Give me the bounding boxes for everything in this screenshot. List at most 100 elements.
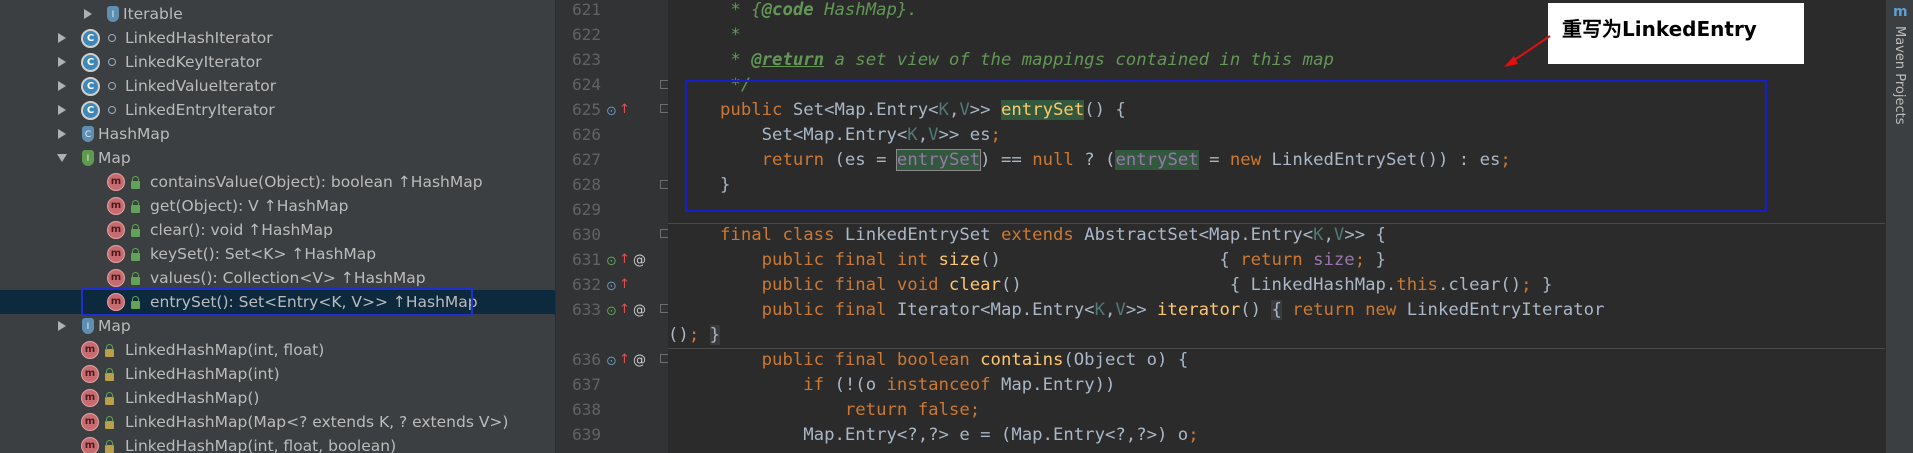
tree-item-label: LinkedHashIterator: [125, 29, 273, 47]
line-number: 626: [572, 125, 601, 144]
method-icon: m: [107, 221, 125, 239]
code-line: public final boolean contains(Object o) …: [761, 350, 1189, 370]
line-number: 636: [572, 350, 601, 369]
tree-item-constructor[interactable]: m LinkedHashMap(Map<? extends K, ? exten…: [0, 410, 555, 434]
tree-item-label: LinkedHashMap(int, float, boolean): [125, 437, 397, 453]
expand-arrow-icon[interactable]: [58, 81, 66, 91]
expand-arrow-icon[interactable]: [58, 105, 66, 115]
line-number: 631: [572, 250, 601, 269]
overrides-method-icon[interactable]: ⊙: [606, 279, 617, 294]
lock-icon: [131, 224, 140, 237]
return-type: : V: [238, 197, 259, 215]
code-line: public final void clear() { LinkedHashMa…: [761, 275, 1553, 295]
up-arrow-icon[interactable]: ↑: [619, 302, 630, 317]
tree-item-linked-value-iterator[interactable]: C LinkedValueIterator: [0, 74, 555, 98]
expand-arrow-icon[interactable]: [58, 57, 66, 67]
code-line: * {@code HashMap}.: [668, 0, 918, 20]
method-icon: m: [107, 173, 125, 191]
tree-item-linked-hash-iterator[interactable]: C LinkedHashIterator: [0, 26, 555, 50]
tree-item-label: Map: [98, 149, 131, 167]
inherited-from: ↑HashMap: [397, 173, 483, 191]
tree-item-linked-entry-iterator[interactable]: C LinkedEntryIterator: [0, 98, 555, 122]
method-icon: m: [107, 245, 125, 263]
method-name: clear(): [150, 221, 201, 239]
lock-icon: [105, 392, 114, 405]
abstract-class-icon: C: [81, 29, 100, 48]
line-number: 633: [572, 300, 601, 319]
tree-item-label: LinkedHashMap(Map<? extends K, ? extends…: [125, 413, 509, 431]
code-line: public final Iterator<Map.Entry<K,V>> it…: [761, 300, 1605, 320]
interface-icon: I: [107, 6, 119, 22]
tree-item-constructor[interactable]: m LinkedHashMap(int, float, boolean): [0, 434, 555, 453]
code-line: return false;: [844, 400, 981, 420]
method-icon: m: [81, 437, 99, 453]
code-line: final class LinkedEntrySet extends Abstr…: [720, 225, 1386, 245]
lock-icon: [105, 416, 114, 429]
expand-arrow-icon[interactable]: [58, 321, 66, 331]
method-icon: m: [107, 269, 125, 287]
expand-arrow-icon[interactable]: [58, 33, 66, 43]
return-type: : boolean: [320, 173, 393, 191]
code-line: *: [668, 25, 741, 45]
line-number: 638: [572, 400, 601, 419]
tree-item-label: clear(): void ↑HashMap: [150, 221, 333, 239]
package-visibility-icon: [108, 58, 116, 66]
inherited-from: ↑HashMap: [291, 245, 377, 263]
structure-panel: I Iterable C LinkedHashIterator C Linked…: [0, 0, 555, 453]
collapse-arrow-icon[interactable]: [57, 154, 67, 162]
code-line: * @return a set view of the mappings con…: [668, 50, 1334, 70]
implements-method-icon[interactable]: ⊙: [606, 254, 617, 269]
up-arrow-icon[interactable]: ↑: [619, 352, 630, 367]
tree-item-label: LinkedHashMap(int, float): [125, 341, 325, 359]
tree-item-label: Map: [98, 317, 131, 335]
tree-item-constructor[interactable]: m LinkedHashMap(int, float): [0, 338, 555, 362]
maven-icon[interactable]: m: [1893, 4, 1908, 20]
tree-item-map[interactable]: I Map: [0, 314, 555, 338]
tree-item-linked-key-iterator[interactable]: C LinkedKeyIterator: [0, 50, 555, 74]
code-editor[interactable]: * {@code HashMap}. * * @return a set vie…: [668, 0, 1885, 453]
line-number: 630: [572, 225, 601, 244]
line-number: 628: [572, 175, 601, 194]
tree-item-constructor[interactable]: m LinkedHashMap(): [0, 386, 555, 410]
tree-item-iterable[interactable]: I Iterable: [0, 2, 555, 26]
tree-item-method[interactable]: m keySet(): Set<K> ↑HashMap: [0, 242, 555, 266]
red-arrow-icon: [1504, 35, 1551, 67]
right-tool-strip: m Maven Projects: [1885, 0, 1913, 453]
up-arrow-icon[interactable]: ↑: [619, 102, 630, 117]
expand-arrow-icon[interactable]: [84, 9, 92, 19]
method-icon: m: [81, 389, 99, 407]
maven-projects-tab[interactable]: Maven Projects: [1892, 26, 1907, 125]
code-highlight-box: [685, 80, 1767, 212]
tree-item-map[interactable]: I Map: [0, 146, 555, 170]
expand-arrow-icon[interactable]: [58, 129, 66, 139]
up-arrow-icon[interactable]: ↑: [619, 277, 630, 292]
annotation-text: 重写为LinkedEntry: [1562, 17, 1757, 41]
tree-item-label: LinkedValueIterator: [125, 77, 277, 95]
code-line: Map.Entry<?,?> e = (Map.Entry<?,?>) o;: [668, 425, 1199, 445]
method-icon: m: [81, 341, 99, 359]
tree-item-label: LinkedKeyIterator: [125, 53, 262, 71]
overrides-method-icon[interactable]: ⊙: [606, 104, 617, 119]
return-type: : Collection<V>: [212, 269, 336, 287]
lock-icon: [105, 368, 114, 381]
tree-item-method[interactable]: m values(): Collection<V> ↑HashMap: [0, 266, 555, 290]
line-number: 637: [572, 375, 601, 394]
method-name: values(): [150, 269, 213, 287]
editor-gutter: 621 622 623 624 625 626 627 628 629 630 …: [555, 0, 669, 453]
method-name: get(Object): [150, 197, 239, 215]
package-visibility-icon: [108, 34, 116, 42]
class-icon: C: [81, 53, 100, 72]
return-type: : void: [200, 221, 244, 239]
tree-item-hashmap[interactable]: C HashMap: [0, 122, 555, 146]
overrides-method-icon[interactable]: ⊙: [606, 354, 617, 369]
tree-item-method[interactable]: m get(Object): V ↑HashMap: [0, 194, 555, 218]
up-arrow-icon[interactable]: ↑: [619, 252, 630, 267]
tree-item-label: LinkedHashMap(): [125, 389, 260, 407]
tree-item-method[interactable]: m containsValue(Object): boolean ↑HashMa…: [0, 170, 555, 194]
implements-method-icon[interactable]: ⊙: [606, 304, 617, 319]
tree-item-constructor[interactable]: m LinkedHashMap(int): [0, 362, 555, 386]
class-icon: C: [81, 101, 100, 120]
tree-item-method[interactable]: m clear(): void ↑HashMap: [0, 218, 555, 242]
method-name: containsValue(Object): [150, 173, 321, 191]
